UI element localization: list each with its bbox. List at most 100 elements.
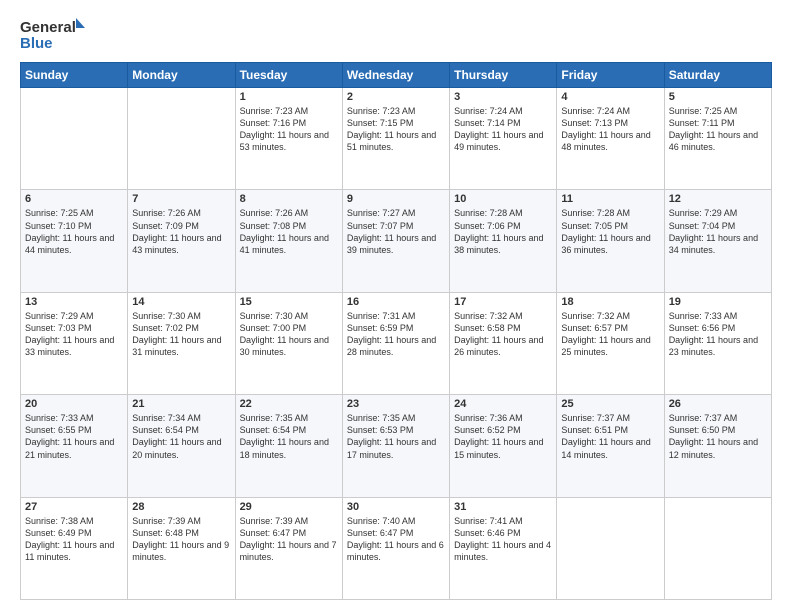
calendar-cell: 5 Sunrise: 7:25 AM Sunset: 7:11 PM Daylig… (664, 88, 771, 190)
day-number: 2 (347, 91, 445, 103)
day-number: 23 (347, 398, 445, 410)
day-number: 14 (132, 296, 230, 308)
cell-info: Sunrise: 7:41 AM Sunset: 6:46 PM Dayligh… (454, 515, 552, 564)
day-number: 8 (240, 193, 338, 205)
weekday-header-wednesday: Wednesday (342, 63, 449, 88)
day-number: 20 (25, 398, 123, 410)
cell-info: Sunrise: 7:33 AM Sunset: 6:55 PM Dayligh… (25, 412, 123, 461)
cell-info: Sunrise: 7:28 AM Sunset: 7:06 PM Dayligh… (454, 207, 552, 256)
day-number: 1 (240, 91, 338, 103)
day-number: 11 (561, 193, 659, 205)
page: GeneralBlue SundayMondayTuesdayWednesday… (0, 0, 792, 612)
calendar-cell: 12 Sunrise: 7:29 AM Sunset: 7:04 PM Dayli… (664, 190, 771, 292)
calendar-cell: 2 Sunrise: 7:23 AM Sunset: 7:15 PM Daylig… (342, 88, 449, 190)
calendar-cell: 6 Sunrise: 7:25 AM Sunset: 7:10 PM Daylig… (21, 190, 128, 292)
calendar-cell: 16 Sunrise: 7:31 AM Sunset: 6:59 PM Dayli… (342, 292, 449, 394)
cell-info: Sunrise: 7:29 AM Sunset: 7:04 PM Dayligh… (669, 207, 767, 256)
day-number: 21 (132, 398, 230, 410)
calendar-cell: 10 Sunrise: 7:28 AM Sunset: 7:06 PM Dayli… (450, 190, 557, 292)
cell-info: Sunrise: 7:26 AM Sunset: 7:08 PM Dayligh… (240, 207, 338, 256)
day-number: 18 (561, 296, 659, 308)
calendar-cell: 8 Sunrise: 7:26 AM Sunset: 7:08 PM Daylig… (235, 190, 342, 292)
calendar-cell: 14 Sunrise: 7:30 AM Sunset: 7:02 PM Dayli… (128, 292, 235, 394)
calendar-cell: 23Sunrise: 7:35 AM Sunset: 6:53 PM Dayli… (342, 395, 449, 497)
calendar-cell: 28Sunrise: 7:39 AM Sunset: 6:48 PM Dayli… (128, 497, 235, 599)
calendar-cell: 22 Sunrise: 7:35 AM Sunset: 6:54 PM Dayli… (235, 395, 342, 497)
calendar-cell: 27 Sunrise: 7:38 AM Sunset: 6:49 PM Dayli… (21, 497, 128, 599)
cell-info: Sunrise: 7:31 AM Sunset: 6:59 PM Dayligh… (347, 310, 445, 359)
calendar-cell: 30Sunrise: 7:40 AM Sunset: 6:47 PM Dayli… (342, 497, 449, 599)
cell-info: Sunrise: 7:27 AM Sunset: 7:07 PM Dayligh… (347, 207, 445, 256)
calendar-cell: 13 Sunrise: 7:29 AM Sunset: 7:03 PM Dayli… (21, 292, 128, 394)
cell-info: Sunrise: 7:40 AM Sunset: 6:47 PM Dayligh… (347, 515, 445, 564)
weekday-header-thursday: Thursday (450, 63, 557, 88)
calendar-cell: 26Sunrise: 7:37 AM Sunset: 6:50 PM Dayli… (664, 395, 771, 497)
cell-info: Sunrise: 7:39 AM Sunset: 6:47 PM Dayligh… (240, 515, 338, 564)
cell-info: Sunrise: 7:23 AM Sunset: 7:15 PM Dayligh… (347, 105, 445, 154)
day-number: 15 (240, 296, 338, 308)
calendar-cell: 4Sunrise: 7:24 AM Sunset: 7:13 PM Daylig… (557, 88, 664, 190)
weekday-header-saturday: Saturday (664, 63, 771, 88)
day-number: 17 (454, 296, 552, 308)
calendar-cell: 21Sunrise: 7:34 AM Sunset: 6:54 PM Dayli… (128, 395, 235, 497)
weekday-header-monday: Monday (128, 63, 235, 88)
calendar-week-row: 6 Sunrise: 7:25 AM Sunset: 7:10 PM Daylig… (21, 190, 772, 292)
cell-info: Sunrise: 7:35 AM Sunset: 6:54 PM Dayligh… (240, 412, 338, 461)
calendar-cell (557, 497, 664, 599)
svg-text:Blue: Blue (20, 35, 53, 52)
calendar-cell (664, 497, 771, 599)
calendar-header-row: SundayMondayTuesdayWednesdayThursdayFrid… (21, 63, 772, 88)
weekday-header-friday: Friday (557, 63, 664, 88)
cell-info: Sunrise: 7:25 AM Sunset: 7:10 PM Dayligh… (25, 207, 123, 256)
logo-svg: GeneralBlue (20, 16, 90, 52)
cell-info: Sunrise: 7:37 AM Sunset: 6:51 PM Dayligh… (561, 412, 659, 461)
cell-info: Sunrise: 7:30 AM Sunset: 7:00 PM Dayligh… (240, 310, 338, 359)
day-number: 16 (347, 296, 445, 308)
day-number: 13 (25, 296, 123, 308)
day-number: 5 (669, 91, 767, 103)
cell-info: Sunrise: 7:26 AM Sunset: 7:09 PM Dayligh… (132, 207, 230, 256)
cell-info: Sunrise: 7:32 AM Sunset: 6:57 PM Dayligh… (561, 310, 659, 359)
day-number: 9 (347, 193, 445, 205)
cell-info: Sunrise: 7:25 AM Sunset: 7:11 PM Dayligh… (669, 105, 767, 154)
calendar-cell: 9 Sunrise: 7:27 AM Sunset: 7:07 PM Daylig… (342, 190, 449, 292)
calendar-cell: 17Sunrise: 7:32 AM Sunset: 6:58 PM Dayli… (450, 292, 557, 394)
day-number: 24 (454, 398, 552, 410)
day-number: 28 (132, 501, 230, 513)
day-number: 6 (25, 193, 123, 205)
day-number: 31 (454, 501, 552, 513)
weekday-header-tuesday: Tuesday (235, 63, 342, 88)
cell-info: Sunrise: 7:33 AM Sunset: 6:56 PM Dayligh… (669, 310, 767, 359)
svg-text:General: General (20, 19, 76, 36)
day-number: 22 (240, 398, 338, 410)
day-number: 29 (240, 501, 338, 513)
calendar-cell: 7 Sunrise: 7:26 AM Sunset: 7:09 PM Daylig… (128, 190, 235, 292)
calendar-cell: 1 Sunrise: 7:23 AM Sunset: 7:16 PM Daylig… (235, 88, 342, 190)
cell-info: Sunrise: 7:24 AM Sunset: 7:14 PM Dayligh… (454, 105, 552, 154)
calendar-week-row: 13 Sunrise: 7:29 AM Sunset: 7:03 PM Dayli… (21, 292, 772, 394)
day-number: 7 (132, 193, 230, 205)
calendar-cell: 20 Sunrise: 7:33 AM Sunset: 6:55 PM Dayli… (21, 395, 128, 497)
day-number: 12 (669, 193, 767, 205)
cell-info: Sunrise: 7:29 AM Sunset: 7:03 PM Dayligh… (25, 310, 123, 359)
day-number: 27 (25, 501, 123, 513)
cell-info: Sunrise: 7:36 AM Sunset: 6:52 PM Dayligh… (454, 412, 552, 461)
calendar-cell: 25 Sunrise: 7:37 AM Sunset: 6:51 PM Dayli… (557, 395, 664, 497)
calendar-cell (21, 88, 128, 190)
calendar-cell: 18 Sunrise: 7:32 AM Sunset: 6:57 PM Dayli… (557, 292, 664, 394)
calendar-cell: 15 Sunrise: 7:30 AM Sunset: 7:00 PM Dayli… (235, 292, 342, 394)
day-number: 19 (669, 296, 767, 308)
calendar-week-row: 1 Sunrise: 7:23 AM Sunset: 7:16 PM Daylig… (21, 88, 772, 190)
cell-info: Sunrise: 7:24 AM Sunset: 7:13 PM Dayligh… (561, 105, 659, 154)
cell-info: Sunrise: 7:23 AM Sunset: 7:16 PM Dayligh… (240, 105, 338, 154)
day-number: 10 (454, 193, 552, 205)
calendar-cell: 24 Sunrise: 7:36 AM Sunset: 6:52 PM Dayli… (450, 395, 557, 497)
calendar-cell (128, 88, 235, 190)
cell-info: Sunrise: 7:30 AM Sunset: 7:02 PM Dayligh… (132, 310, 230, 359)
cell-info: Sunrise: 7:38 AM Sunset: 6:49 PM Dayligh… (25, 515, 123, 564)
logo: GeneralBlue (20, 16, 90, 52)
calendar-week-row: 27 Sunrise: 7:38 AM Sunset: 6:49 PM Dayli… (21, 497, 772, 599)
day-number: 25 (561, 398, 659, 410)
day-number: 26 (669, 398, 767, 410)
calendar-cell: 29 Sunrise: 7:39 AM Sunset: 6:47 PM Dayli… (235, 497, 342, 599)
